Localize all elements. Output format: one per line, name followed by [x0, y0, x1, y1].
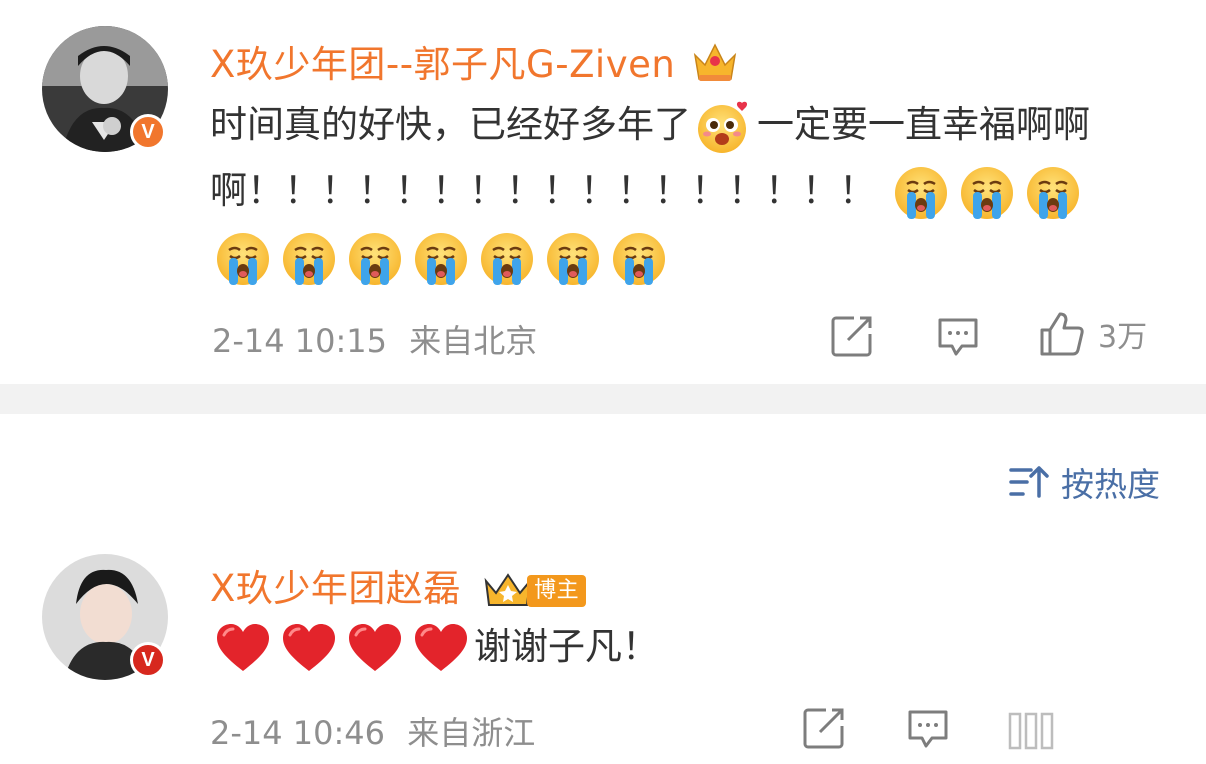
- blogger-tag: 博主: [527, 574, 587, 607]
- crown-icon: [484, 572, 532, 606]
- comment-button[interactable]: [906, 706, 950, 750]
- blogger-badge: 博主: [483, 571, 587, 611]
- share-icon: [803, 708, 844, 749]
- share-button[interactable]: [802, 706, 846, 750]
- like-button[interactable]: [1006, 704, 1156, 752]
- username[interactable]: X玖少年团赵磊 博主: [210, 558, 587, 612]
- heart-emoji: [413, 621, 469, 677]
- heart-emoji: [281, 621, 337, 677]
- heart-emoji: [347, 621, 403, 677]
- comment-meta: 2-14 10:46 来自浙江: [210, 708, 535, 754]
- like-icon: [1008, 712, 1156, 750]
- comment-text: 谢谢子凡！: [210, 614, 1150, 680]
- location: 来自浙江: [407, 714, 536, 752]
- comment-icon: [908, 710, 948, 748]
- timestamp: 2-14 10:46: [210, 714, 386, 752]
- comment-item: V X玖少年团赵磊 博主 谢谢子凡！ 2-14 10:46 来自浙江: [0, 0, 1206, 764]
- verified-badge-icon: V: [130, 642, 166, 678]
- heart-emoji: [215, 621, 271, 677]
